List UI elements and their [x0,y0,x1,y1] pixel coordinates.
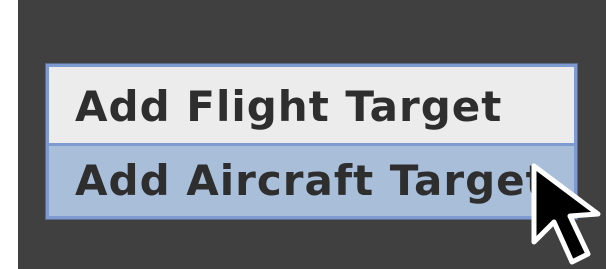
context-menu: Add Flight Target Add Aircraft Target [46,64,577,219]
menu-item-add-flight-target[interactable]: Add Flight Target [49,67,574,146]
screenshot-stage: Add Flight Target Add Aircraft Target [0,0,606,269]
mouse-pointer-icon [531,163,601,265]
menu-item-add-aircraft-target[interactable]: Add Aircraft Target [49,146,574,216]
